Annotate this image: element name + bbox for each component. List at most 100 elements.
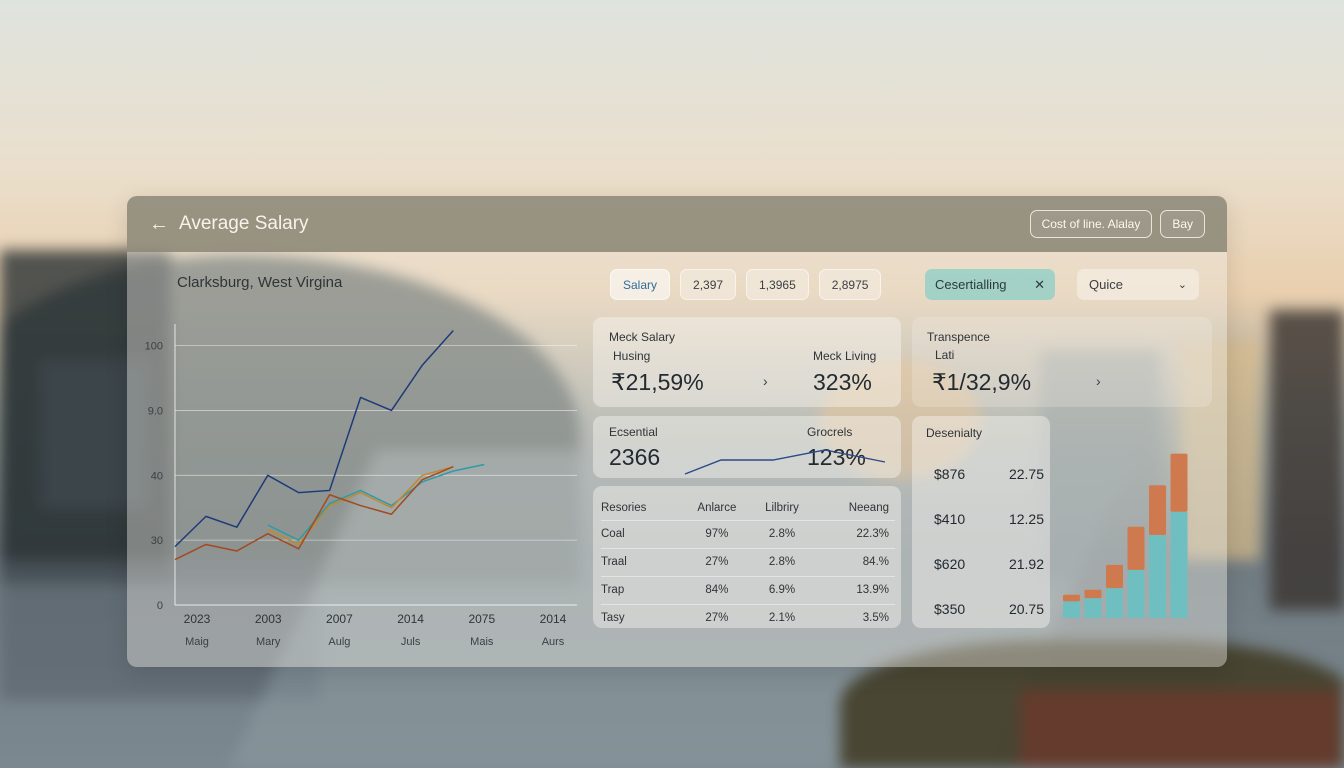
salary-value: ₹21,59% — [611, 369, 704, 395]
y-tick-label: 0 — [157, 600, 163, 612]
dashboard-panel: ← Average Salary Cost of line. Alalay Ba… — [127, 196, 1227, 667]
pill-13965[interactable]: 1,3965 — [746, 269, 809, 300]
table-cell: 27% — [682, 547, 752, 576]
list-item: $410 12.25 — [934, 511, 1044, 556]
table-cell: 13.9% — [812, 575, 895, 604]
pill-salary[interactable]: Salary — [610, 269, 671, 300]
table-row[interactable]: Trap 84% 6.9% 13.9% — [601, 575, 895, 604]
top-actions: Cost of line. Alalay Bay — [1029, 210, 1205, 238]
score: 22.75 — [1008, 466, 1044, 482]
lati-label: Lati — [935, 348, 955, 362]
table-cell: 22.3% — [812, 519, 895, 548]
cost-of-living-button[interactable]: Cost of line. Alalay — [1029, 210, 1153, 238]
location-label: Clarksburg, West Virgina — [177, 274, 343, 291]
filter-chip[interactable]: Cesertialling ✕ — [925, 269, 1055, 300]
close-icon[interactable]: ✕ — [1034, 277, 1045, 293]
series-line-0 — [174, 329, 454, 548]
table-cell: 3.5% — [812, 603, 895, 632]
transpence-value: ₹1/32,9% — [932, 369, 1032, 395]
back-arrow-icon[interactable]: ← — [149, 213, 171, 236]
y-tick-label: 9.0 — [148, 405, 163, 417]
filter-pills: Salary 2,397 1,3965 2,8975 — [610, 269, 882, 300]
bar-upper — [1063, 594, 1080, 602]
housing-label: Husing — [613, 349, 651, 363]
chevron-down-icon: ⌄ — [1177, 279, 1187, 291]
table-cell: Coal — [601, 519, 683, 548]
desirability-list: $876 22.75 $410 12.25 $620 21.92 $350 20… — [934, 466, 1044, 646]
y-tick-label: 30 — [151, 535, 163, 547]
bar-upper — [1170, 453, 1188, 512]
price: $410 — [934, 511, 966, 527]
x-sub-label: Juls — [401, 636, 421, 648]
salary-card: Meck Salary Husing ₹21,59% › Meck Living… — [593, 317, 901, 407]
table-row[interactable]: Traal 27% 2.8% 84.% — [601, 547, 895, 576]
desirability-card: Desenialty $876 22.75 $410 12.25 $620 21… — [912, 416, 1050, 628]
essential-card: Ecsential 2366 Grocrels 123% — [593, 416, 901, 478]
table-row[interactable]: Coal 97% 2.8% 22.3% — [601, 519, 895, 548]
bar-upper — [1149, 485, 1166, 535]
bar-upper — [1106, 564, 1123, 589]
y-tick-label: 40 — [151, 470, 163, 482]
bar-lower — [1063, 601, 1080, 618]
x-sub-label: Maig — [185, 636, 209, 648]
x-sub-label: Mais — [470, 636, 494, 648]
col-resories: Resories — [601, 501, 647, 514]
series-line-1 — [267, 463, 485, 541]
essential-sparkline — [684, 449, 886, 475]
table-cell: 2.1% — [751, 603, 813, 632]
list-item: $620 21.92 — [934, 556, 1044, 601]
bar-lower — [1127, 569, 1145, 618]
table-cell: 2.8% — [751, 547, 813, 576]
x-tick-label: 2023 — [184, 612, 211, 626]
bar-upper — [1127, 526, 1145, 570]
x-sub-label: Aulg — [328, 636, 350, 648]
transpence-card: Transpence Lati ₹1/32,9% › — [912, 317, 1212, 407]
series-line-3 — [174, 465, 454, 561]
resources-table-card: Resories Anlarce Lilbriry Neeang Coal 97… — [593, 486, 901, 632]
x-tick-label: 2075 — [468, 612, 495, 626]
salary-label: Meck Salary — [609, 330, 676, 344]
table-cell: 27% — [682, 603, 752, 632]
x-tick-label: 2014 — [540, 612, 567, 626]
table-cell: Trap — [601, 575, 683, 604]
score: 20.75 — [1008, 601, 1044, 617]
table-cell: Traal — [601, 547, 683, 576]
chevron-right-icon[interactable]: › — [1096, 373, 1101, 389]
table-cell: 2.8% — [751, 519, 813, 548]
table-cell: 84.% — [812, 547, 895, 576]
x-sub-label: Mary — [256, 636, 281, 648]
transpence-label: Transpence — [927, 330, 990, 344]
chevron-right-icon[interactable]: › — [763, 373, 768, 389]
x-tick-label: 2003 — [255, 612, 282, 626]
quice-select[interactable]: Quice ⌄ — [1077, 269, 1199, 300]
pill-2397[interactable]: 2,397 — [680, 269, 737, 300]
table-cell: 6.9% — [751, 575, 813, 604]
table-cell: 97% — [682, 519, 752, 548]
price: $350 — [934, 601, 966, 617]
bay-button[interactable]: Bay — [1160, 210, 1205, 238]
select-value: Quice — [1089, 277, 1123, 292]
table-row[interactable]: Tasy 27% 2.1% 3.5% — [601, 603, 895, 632]
bar-lower — [1170, 511, 1188, 618]
page-title: Average Salary — [179, 213, 309, 234]
pill-28975[interactable]: 2,8975 — [818, 269, 882, 300]
x-sub-label: Aurs — [542, 636, 565, 648]
resources-table: Resories Anlarce Lilbriry Neeang Coal 97… — [601, 496, 895, 632]
living-label: Meck Living — [813, 349, 877, 363]
filter-chip-label: Cesertialling — [935, 277, 1007, 292]
bar-lower — [1084, 598, 1102, 618]
x-tick-label: 2014 — [397, 612, 424, 626]
bar-lower — [1149, 535, 1166, 618]
living-value: 323% — [813, 369, 872, 395]
table-cell: 84% — [682, 575, 752, 604]
score: 21.92 — [1008, 556, 1044, 572]
price: $876 — [934, 466, 966, 482]
salary-line-chart: 0 30 40 9.0 100 2023 Maig 2003 Mary 2007 Aulg 2014 J… — [145, 324, 577, 648]
table-header-row: Resories Anlarce Lilbriry Neeang — [601, 496, 895, 520]
top-bar: ← Average Salary Cost of line. Alalay Ba… — [127, 196, 1227, 252]
list-item: $350 20.75 — [934, 601, 1044, 646]
stacked-bar-chart — [1063, 453, 1188, 618]
score: 12.25 — [1008, 511, 1044, 527]
price: $620 — [934, 556, 966, 572]
table-cell: Tasy — [601, 603, 683, 632]
